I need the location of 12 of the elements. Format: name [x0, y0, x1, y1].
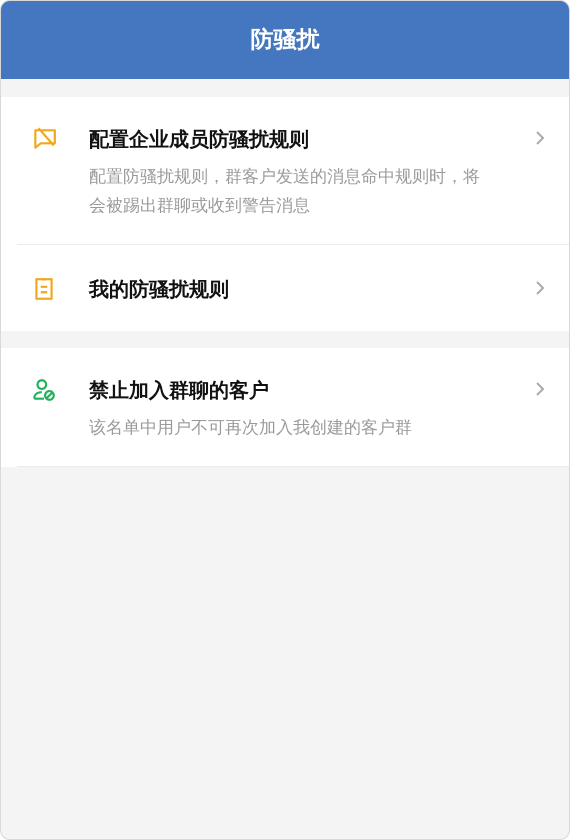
chevron-right-icon — [535, 130, 545, 146]
menu-item[interactable]: 禁止加入群聊的客户 该名单中用户不可再次加入我创建的客户群 — [1, 348, 569, 467]
item-title: 配置企业成员防骚扰规则 — [89, 126, 310, 153]
chevron-right-icon — [535, 280, 545, 296]
menu-item[interactable]: 配置企业成员防骚扰规则 配置防骚扰规则，群客户发送的消息命中规则时，将会被踢出群聊或收到警告消息 — [1, 97, 569, 245]
item-description: 配置防骚扰规则，群客户发送的消息命中规则时，将会被踢出群聊或收到警告消息 — [89, 166, 481, 218]
chevron-right-icon — [535, 381, 545, 397]
item-title: 我的防骚扰规则 — [89, 276, 230, 303]
page-title: 防骚扰 — [250, 26, 320, 55]
menu-item[interactable]: 我的防骚扰规则 — [1, 245, 569, 331]
item-title: 禁止加入群聊的客户 — [89, 377, 270, 404]
item-description: 该名单中用户不可再次加入我创建的客户群 — [89, 417, 413, 440]
